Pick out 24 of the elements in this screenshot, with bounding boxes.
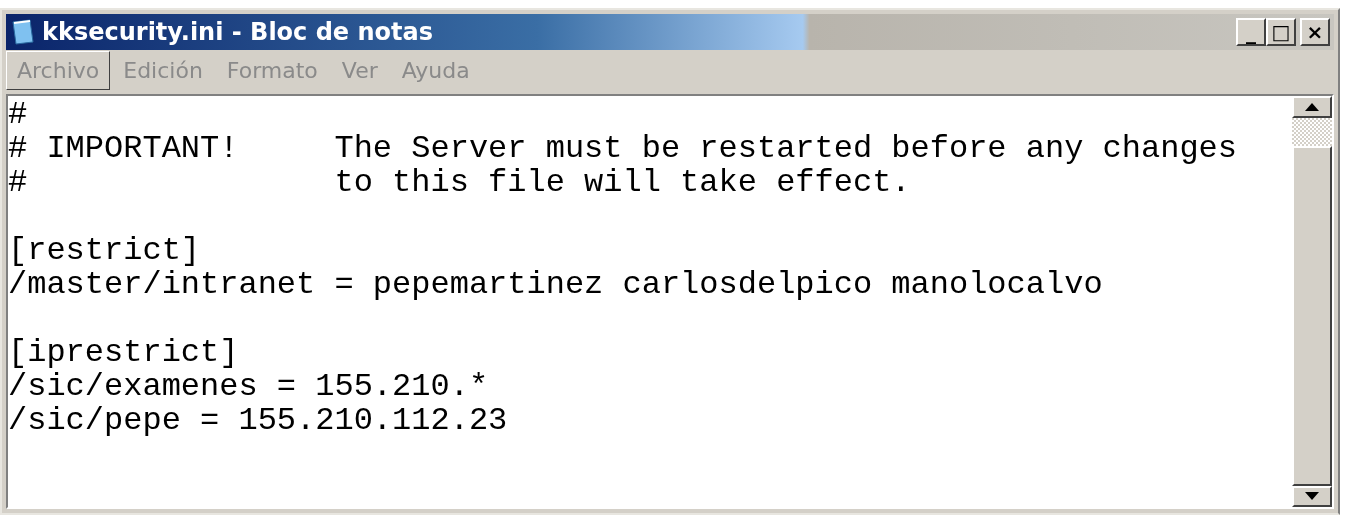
window-title: kksecurity.ini - Bloc de notas xyxy=(42,17,434,48)
scroll-up-button[interactable] xyxy=(1292,96,1332,118)
up-arrow-icon xyxy=(1305,102,1319,111)
text-line: # to this file will take effect. xyxy=(8,164,911,201)
scrollbar-thumb[interactable] xyxy=(1292,145,1332,486)
text-area[interactable] xyxy=(6,94,1334,509)
text-line: /sic/pepe = 155.210.112.23 xyxy=(8,402,508,439)
text-line: /sic/examenes = 155.210.* xyxy=(8,368,489,405)
text-line: /master/intranet = pepemartinez carlosdelpico manolocalvo xyxy=(8,266,1103,303)
scroll-down-button[interactable] xyxy=(1292,485,1332,507)
menu-item[interactable]: Edición xyxy=(112,50,214,90)
close-button[interactable]: × xyxy=(1300,18,1330,46)
menu-item[interactable]: Formato xyxy=(215,50,329,90)
minimize-button[interactable]: _ xyxy=(1236,18,1266,46)
menu-item[interactable]: Ver xyxy=(330,50,389,90)
notepad-icon xyxy=(10,18,36,46)
text-line: [iprestrict] xyxy=(8,334,239,371)
maximize-button[interactable]: □ xyxy=(1266,18,1296,46)
text-line: # xyxy=(8,96,28,133)
menu-item[interactable]: Ayuda xyxy=(390,50,481,90)
text-line: # IMPORTANT! The Server must be restarted before any changes xyxy=(8,130,1237,167)
text-line: [restrict] xyxy=(8,232,201,269)
menu-item[interactable]: Archivo xyxy=(6,50,111,90)
down-arrow-icon xyxy=(1305,492,1319,501)
